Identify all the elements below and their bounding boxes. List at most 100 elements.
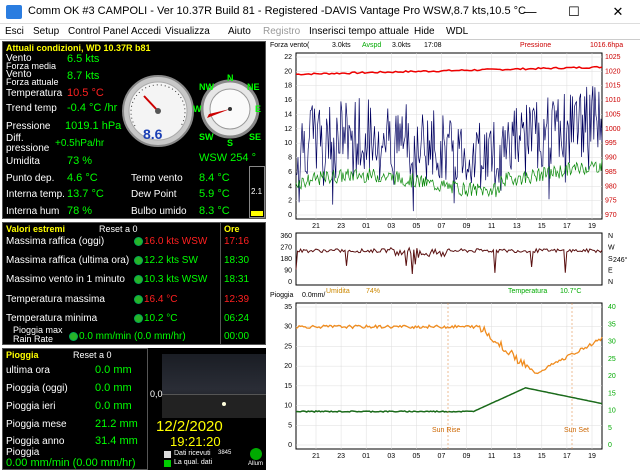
value-vento-attuale: 8.7 kts (67, 70, 100, 82)
label-trend-temp: Trend temp (6, 103, 57, 114)
bottom-y-tick: 10 (284, 403, 292, 410)
temperatura-label: Temperatura (508, 288, 548, 295)
extreme-label: Temperatura massima (6, 294, 105, 305)
top-y-tick: 22 (284, 54, 292, 61)
sunrise-label: Sun Rise (432, 427, 461, 434)
rain-label: Pioggia mese (6, 419, 67, 430)
top-x-tick: 17 (563, 223, 571, 230)
dir-y-tick: 90 (284, 268, 292, 275)
dir-y-tick: 270 (280, 245, 292, 252)
top-y2-tick: 1000 (605, 126, 621, 133)
webcam-ground (162, 394, 266, 418)
label-temp-vento: Temp vento (131, 173, 183, 184)
extremes-panel: Valori estremi Reset a 0 Massima raffica… (2, 222, 222, 345)
menu-hide[interactable]: Hide (414, 26, 435, 37)
extreme-label: Temperatura minima (6, 313, 98, 324)
top-y2-tick: 975 (605, 198, 617, 205)
label-umidita: Umidita (6, 156, 40, 167)
label-interna-temp: Interna temp. (6, 189, 65, 200)
extreme-value: 0.0 mm/min (0.0 mm/hr) (79, 331, 186, 342)
bottom-y2-tick: 5 (608, 425, 612, 432)
bottom-y2-tick: 0 (608, 442, 612, 449)
rain-label: Pioggia ieri (6, 401, 56, 412)
current-header: Attuali condizioni, WD 10.37R b81 (6, 43, 151, 53)
menu-inserisci[interactable]: Inserisci tempo attuale (309, 26, 409, 37)
wind-direction: WSW 254 ° (199, 152, 256, 164)
menu-control-panel[interactable]: Control Panel (68, 26, 129, 37)
menu-esci[interactable]: Esci (5, 26, 24, 37)
bottom-y2-tick: 25 (608, 356, 616, 363)
menu-setup[interactable]: Setup (33, 26, 59, 37)
bottom-x-tick: 03 (387, 453, 395, 460)
la-qual-dati-label: La qual. dati (174, 459, 213, 466)
extreme-value: 16.4 °C (144, 294, 178, 305)
rain-header: Pioggia (6, 350, 39, 360)
extreme-time: 12:39 (224, 294, 250, 305)
close-button[interactable]: ✕ (596, 0, 640, 24)
gauge-value: 8.6 (143, 126, 163, 142)
pioggia-label: Pioggia (270, 292, 294, 299)
label-dew-point: Dew Point (131, 189, 177, 200)
maximize-button[interactable]: ☐ (552, 0, 596, 24)
ore-panel: Ore 17:16 18:30 18:31 12:39 06:24 00:00 (220, 222, 266, 345)
top-y2-tick: 1025 (605, 54, 621, 61)
value-diff-pressione: +0.5hPa/hr (55, 138, 105, 149)
bottom-y2-tick: 30 (608, 339, 616, 346)
top-x-tick: 11 (488, 223, 495, 230)
label-forza-attuale: Forza attuale (6, 77, 59, 87)
extremes-header: Valori estremi (6, 224, 66, 234)
rain-label: Pioggia (oggi) (6, 383, 68, 394)
label-interna-hum: Interna hum (6, 206, 60, 217)
compass-w: W (193, 104, 202, 114)
app-icon (6, 5, 22, 19)
alarm-icon[interactable] (250, 448, 262, 460)
extreme-time: 18:30 (224, 255, 250, 266)
rain-rate-value: 0.00 mm/min (0.00 mm/hr) (6, 457, 136, 469)
menu-visualizza[interactable]: Visualizza (165, 26, 210, 37)
bottom-x-tick: 09 (463, 453, 471, 460)
title-bar: Comm OK #3 CAMPOLI - Ver 10.37R Build 81… (0, 0, 640, 24)
data-received-indicator (164, 451, 171, 458)
menu-accedi[interactable]: Accedi (131, 26, 161, 37)
value-interna-hum: 78 % (67, 205, 93, 217)
menu-aiuto[interactable]: Aiuto (228, 26, 251, 37)
extremes-reset[interactable]: Reset a 0 (99, 224, 138, 234)
bottom-x-tick: 01 (362, 453, 370, 460)
menu-wdl[interactable]: WDL (446, 26, 468, 37)
rain-reset[interactable]: Reset a 0 (73, 350, 112, 360)
extreme-dot (134, 237, 143, 246)
top-y2-tick: 990 (605, 155, 617, 162)
dir-compass-tick: W (608, 245, 615, 252)
compass-se: SE (249, 132, 262, 142)
extreme-time: 06:24 (224, 313, 250, 324)
umidita-label: Umidita (326, 288, 350, 295)
top-y2-tick: 1005 (605, 111, 621, 118)
value-interna-temp: 13.7 °C (67, 188, 104, 200)
menu-registro[interactable]: Registro (263, 26, 300, 37)
uv-bar: 2.1 (249, 166, 265, 218)
top-x-tick: 07 (438, 223, 446, 230)
extreme-label: Massima raffica (ultima ora) (6, 255, 130, 266)
bottom-y2-tick: 35 (608, 321, 616, 328)
top-chart: 2220181614121086420102510201015101010051… (284, 52, 621, 230)
minimize-button[interactable]: — (508, 0, 552, 24)
label-temperatura: Temperatura (6, 88, 63, 99)
current-conditions-panel: Attuali condizioni, WD 10.37R b81 Vento … (2, 41, 266, 219)
rain-value: 31.4 mm (95, 435, 138, 447)
bottom-x-tick: 19 (588, 453, 596, 460)
bottom-x-tick: 07 (438, 453, 446, 460)
bottom-y-tick: 30 (284, 324, 292, 331)
rain-label: Pioggia anno (6, 436, 65, 447)
compass-n: N (227, 73, 234, 83)
top-x-tick: 01 (362, 223, 370, 230)
uv-bar-value: 2.1 (251, 187, 263, 196)
extreme-dot (69, 332, 78, 341)
value-punto-dep: 4.6 °C (67, 172, 98, 184)
top-y-tick: 4 (288, 183, 292, 190)
bottom-x-tick: 17 (563, 453, 571, 460)
top-y-tick: 12 (284, 126, 292, 133)
dir-compass-tick: N (608, 233, 613, 240)
uv-bar-fill (251, 211, 263, 216)
top-x-tick: 03 (387, 223, 395, 230)
top-x-tick: 19 (588, 223, 596, 230)
